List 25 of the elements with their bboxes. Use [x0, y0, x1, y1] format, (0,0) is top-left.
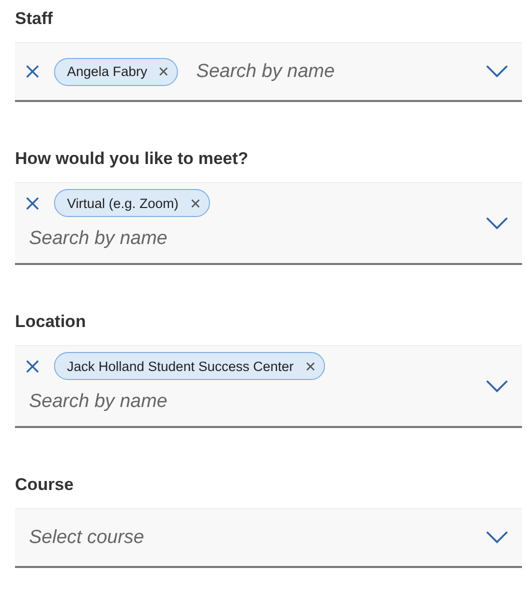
search-field[interactable]: Select course	[25, 520, 288, 556]
clear-icon[interactable]	[25, 64, 40, 79]
select-box[interactable]: Jack Holland Student Success Center Search by name	[15, 345, 522, 428]
remove-icon[interactable]	[190, 198, 200, 208]
field-label: Staff	[15, 8, 54, 30]
remove-icon[interactable]	[306, 362, 315, 370]
chip-label: Virtual (e.g. Zoom)	[67, 196, 179, 210]
chevron-down-icon[interactable]	[486, 380, 508, 392]
field-label: Location	[15, 311, 87, 333]
search-field[interactable]: Search by name	[192, 54, 456, 90]
search-field[interactable]: Search by name	[25, 221, 288, 257]
search-field[interactable]: Search by name	[25, 384, 288, 420]
clear-icon[interactable]	[25, 358, 40, 374]
chip-label: Jack Holland Student Success Center	[67, 358, 294, 374]
chevron-down-icon[interactable]	[486, 531, 508, 544]
field-label: How would you like to meet?	[15, 148, 250, 170]
select-box[interactable]: Select course	[15, 508, 522, 568]
chevron-down-icon[interactable]	[486, 65, 508, 78]
select-box[interactable]: Angela Fabry Search by name	[15, 42, 522, 102]
clear-icon[interactable]	[25, 196, 40, 210]
select-box[interactable]: Virtual (e.g. Zoom) Search by name	[15, 182, 522, 265]
remove-icon[interactable]	[159, 67, 168, 76]
field-label: Course	[15, 474, 75, 496]
chip-label: Angela Fabry	[67, 64, 148, 79]
chevron-down-icon[interactable]	[486, 216, 508, 230]
